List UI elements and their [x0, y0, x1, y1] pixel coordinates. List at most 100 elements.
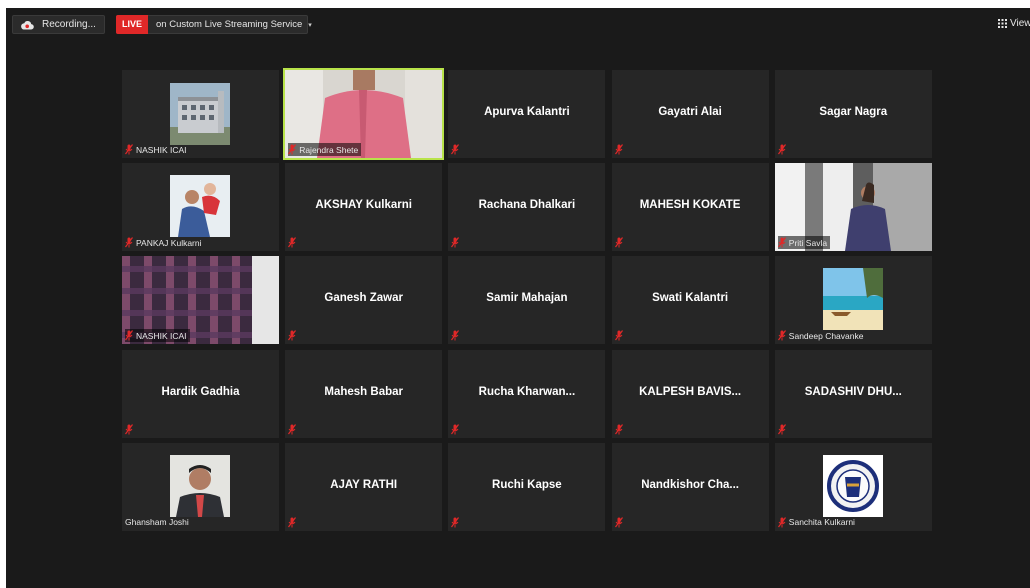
participant-tile[interactable]: MAHESH KOKATE: [611, 163, 769, 252]
microphone-muted-icon: [451, 330, 460, 341]
participant-tile[interactable]: PANKAJ Kulkarni: [122, 163, 279, 252]
view-label: View: [1010, 18, 1030, 29]
participant-tile[interactable]: Swati Kalantri: [611, 256, 769, 345]
top-bar: Recording... LIVE on Custom Live Streami…: [6, 8, 1030, 38]
participant-label: Ghansham Joshi: [125, 517, 189, 528]
microphone-muted-icon: [614, 144, 623, 155]
grid-icon: [998, 19, 1007, 28]
participant-tile[interactable]: Ganesh Zawar: [285, 256, 443, 345]
participant-footer: [614, 143, 626, 156]
microphone-muted-icon: [777, 237, 786, 248]
microphone-muted-icon: [288, 423, 297, 435]
participant-name: AKSHAY Kulkarni: [315, 199, 412, 212]
participant-tile[interactable]: Rachana Dhalkari: [448, 163, 606, 252]
participant-footer: [777, 423, 789, 436]
zoom-meeting-window: Recording... LIVE on Custom Live Streami…: [6, 8, 1030, 588]
participant-name: Swati Kalantri: [652, 292, 729, 305]
microphone-muted-icon: [288, 144, 297, 155]
participant-name: AJAY RATHI: [330, 478, 398, 491]
microphone-muted-icon: [125, 423, 133, 435]
participant-footer: [451, 516, 462, 529]
participant-footer: [125, 423, 136, 436]
microphone-muted-icon: [451, 516, 460, 528]
recording-indicator[interactable]: Recording...: [12, 15, 105, 34]
participant-tile[interactable]: Rucha Kharwan...: [448, 349, 606, 438]
participant-tile[interactable]: Ghansham Joshi: [122, 442, 279, 531]
participant-name: Mahesh Babar: [324, 385, 403, 398]
participant-tile[interactable]: SADASHIV DHU...: [774, 349, 932, 438]
participant-name: Hardik Gadhia: [161, 385, 240, 398]
participant-tile[interactable]: Mahesh Babar: [285, 349, 443, 438]
microphone-muted-icon: [614, 516, 623, 528]
participant-name: Apurva Kalantri: [484, 106, 570, 118]
participant-label: NASHIK ICAI: [136, 330, 187, 341]
icai-logo: [822, 454, 883, 517]
participant-footer: Priti Savla: [777, 236, 831, 250]
microphone-muted-icon: [125, 330, 133, 341]
participant-footer: Sanchita Kulkarni: [777, 516, 855, 529]
participant-footer: [777, 143, 789, 156]
microphone-muted-icon: [614, 330, 623, 341]
participant-name: SADASHIV DHU...: [804, 385, 902, 398]
microphone-muted-icon: [451, 423, 460, 435]
participant-tile[interactable]: Sagar Nagra: [774, 70, 932, 158]
participant-label: Sandeep Chavanke: [788, 330, 864, 341]
chevron-down-icon: ▾: [308, 21, 312, 29]
view-button[interactable]: View: [998, 18, 1030, 29]
beach-photo: [822, 268, 883, 331]
participant-tile[interactable]: Samir Mahajan: [448, 256, 606, 345]
participant-footer: NASHIK ICAI: [125, 143, 187, 156]
participant-tile[interactable]: Hardik Gadhia: [122, 349, 279, 438]
participant-tile[interactable]: Rajendra Shete: [283, 68, 445, 160]
building-photo: [170, 83, 230, 145]
participant-name: Gayatri Alai: [658, 106, 722, 118]
participant-footer: [451, 143, 462, 156]
microphone-muted-icon: [777, 423, 786, 435]
participant-footer: [288, 516, 299, 529]
participant-tile[interactable]: Gayatri Alai: [611, 70, 769, 158]
participant-name: Ruchi Kapse: [492, 478, 562, 491]
participant-tile[interactable]: NASHIK ICAI: [122, 70, 279, 158]
participant-tile[interactable]: Sandeep Chavanke: [774, 256, 932, 345]
participant-tile[interactable]: AKSHAY Kulkarni: [285, 163, 443, 252]
portrait-photo: [170, 454, 230, 517]
participant-tile[interactable]: Sanchita Kulkarni: [774, 442, 932, 531]
participant-footer: [288, 329, 299, 342]
microphone-muted-icon: [125, 237, 133, 248]
microphone-muted-icon: [125, 144, 133, 155]
participant-name: Ganesh Zawar: [324, 292, 403, 305]
live-badge: LIVE: [116, 15, 149, 34]
participant-name: Samir Mahajan: [486, 292, 568, 305]
participant-tile[interactable]: Priti Savla: [774, 163, 932, 252]
participant-footer: [288, 236, 299, 249]
participant-footer: PANKAJ Kulkarni: [125, 236, 202, 249]
participant-footer: [451, 423, 462, 436]
participant-name: Sagar Nagra: [819, 106, 888, 118]
participant-footer: [614, 423, 626, 436]
live-stream-label: on Custom Live Streaming Service: [156, 19, 303, 30]
participant-tile[interactable]: AJAY RATHI: [285, 442, 443, 531]
participant-label: Rajendra Shete: [299, 144, 359, 155]
participant-name: Nandkishor Cha...: [641, 478, 739, 491]
participant-footer: [614, 516, 626, 529]
participant-label: NASHIK ICAI: [136, 144, 187, 155]
participant-tile[interactable]: NASHIK ICAI: [122, 256, 279, 345]
microphone-muted-icon: [777, 330, 786, 341]
microphone-muted-icon: [288, 330, 297, 341]
participant-tile[interactable]: Ruchi Kapse: [448, 442, 606, 531]
participant-name: KALPESH BAVIS...: [639, 385, 742, 398]
live-stream-dropdown[interactable]: LIVE on Custom Live Streaming Service ▾: [116, 15, 312, 34]
participant-footer: Rajendra Shete: [288, 143, 362, 156]
microphone-muted-icon: [614, 237, 623, 248]
participant-tile[interactable]: KALPESH BAVIS...: [611, 349, 769, 438]
participant-footer: [451, 329, 462, 342]
microphone-muted-icon: [288, 516, 297, 528]
participant-name: MAHESH KOKATE: [639, 199, 741, 212]
microphone-muted-icon: [451, 144, 460, 155]
microphone-muted-icon: [777, 516, 786, 528]
cloud-icon: [21, 20, 34, 30]
microphone-muted-icon: [451, 237, 460, 248]
participant-tile[interactable]: Apurva Kalantri: [448, 70, 606, 158]
participant-label: Sanchita Kulkarni: [788, 517, 855, 528]
participant-tile[interactable]: Nandkishor Cha...: [611, 442, 769, 531]
